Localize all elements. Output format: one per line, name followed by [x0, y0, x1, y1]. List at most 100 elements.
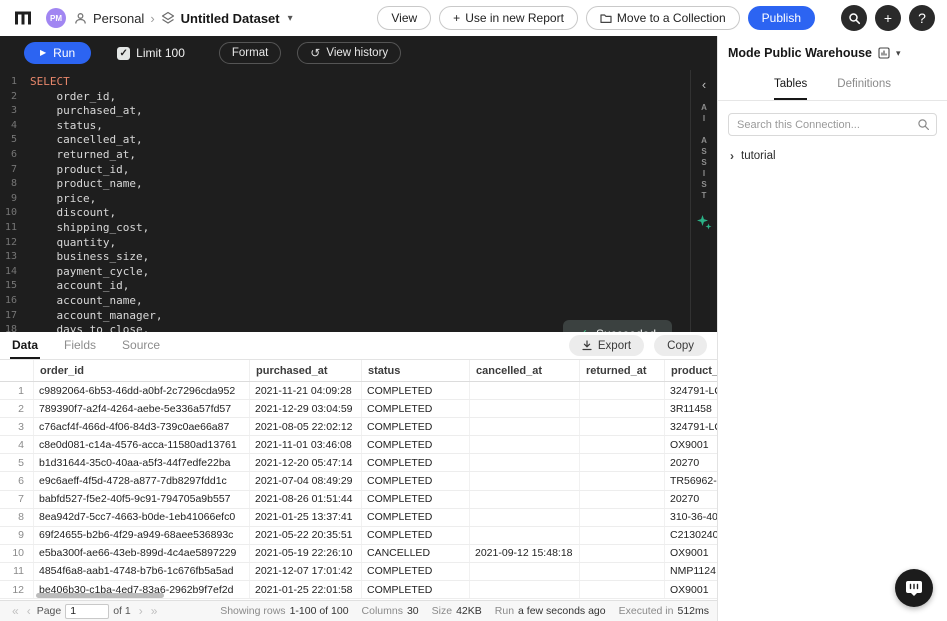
cell-order_id[interactable]: b1d31644-35c0-40aa-a5f3-44f7edfe22ba — [34, 454, 250, 472]
cell-product_id[interactable]: C2130240S — [665, 527, 717, 544]
publish-button[interactable]: Publish — [747, 6, 815, 30]
cell-cancelled_at[interactable] — [470, 418, 580, 436]
cell-status[interactable]: COMPLETED — [362, 562, 470, 581]
cell-cancelled_at[interactable] — [470, 526, 580, 544]
cell-product_id[interactable]: OX9001 — [665, 545, 717, 562]
last-page-button[interactable]: » — [147, 605, 162, 617]
cell-cancelled_at[interactable] — [470, 382, 580, 400]
cell-product_id[interactable]: 324791-LQC — [665, 418, 717, 435]
code-line[interactable]: 2 order_id, — [0, 90, 717, 105]
cell-returned_at[interactable] — [580, 508, 665, 526]
cell-cancelled_at[interactable] — [470, 400, 580, 418]
search-button[interactable] — [841, 5, 867, 31]
schema-item-tutorial[interactable]: › tutorial — [718, 136, 947, 162]
code-line[interactable]: 8 product_name, — [0, 177, 717, 192]
search-input[interactable] — [728, 113, 937, 136]
code-line[interactable]: 13 business_size, — [0, 250, 717, 265]
code-line[interactable]: 7 product_id, — [0, 163, 717, 178]
export-button[interactable]: Export — [568, 335, 645, 356]
table-row[interactable]: 5 b1d31644-35c0-40aa-a5f3-44f7edfe22ba 202… — [0, 454, 717, 473]
cell-product_id[interactable]: OX9001 — [665, 581, 717, 598]
cell-purchased_at[interactable]: 2021-08-05 22:02:12 — [250, 418, 362, 436]
run-button[interactable]: ▶ Run — [24, 42, 92, 64]
cell-purchased_at[interactable]: 2021-01-25 13:37:41 — [250, 508, 362, 526]
cell-status[interactable]: COMPLETED — [362, 581, 470, 599]
cell-cancelled_at[interactable] — [470, 562, 580, 581]
tab-tables[interactable]: Tables — [774, 70, 808, 100]
cell-order_id[interactable]: e9c6aeff-4f5d-4728-a877-7db8297fdd1c — [34, 472, 250, 490]
cell-product_id[interactable]: 324791-LQC — [665, 382, 717, 399]
cell-order_id[interactable]: 4854f6a8-aab1-4748-b7b6-1c676fb5a5ad — [34, 562, 250, 581]
cell-returned_at[interactable] — [580, 562, 665, 581]
mode-logo-icon[interactable] — [12, 7, 34, 29]
cell-product_id[interactable]: 3R11458 — [665, 400, 717, 417]
column-header-purchased_at[interactable]: purchased_at — [250, 360, 362, 381]
collapse-chevron-icon[interactable]: ‹ — [702, 78, 706, 91]
cell-product_id[interactable]: OX9001 — [665, 436, 717, 453]
use-in-new-report-button[interactable]: + Use in new Report — [439, 6, 578, 30]
code-line[interactable]: 9 price, — [0, 192, 717, 207]
cell-status[interactable]: COMPLETED — [362, 436, 470, 454]
column-header-order_id[interactable]: order_id — [34, 360, 250, 381]
cell-returned_at[interactable] — [580, 544, 665, 562]
format-button[interactable]: Format — [218, 42, 282, 64]
cell-returned_at[interactable] — [580, 526, 665, 544]
cell-returned_at[interactable] — [580, 418, 665, 436]
horizontal-scrollbar[interactable] — [36, 593, 164, 598]
cell-order_id[interactable]: 8ea942d7-5cc7-4663-b0de-1eb41066efc0 — [34, 508, 250, 526]
ai-sparkle-icon[interactable] — [696, 214, 712, 230]
page-input[interactable] — [65, 603, 110, 619]
column-header-cancelled_at[interactable]: cancelled_at — [470, 360, 580, 381]
cell-product_id[interactable]: 310-36-40 — [665, 509, 717, 526]
column-header-product_id[interactable]: product_id — [665, 360, 717, 381]
cell-order_id[interactable]: 69f24655-b2b6-4f29-a949-68aee536893c — [34, 526, 250, 544]
cell-cancelled_at[interactable] — [470, 436, 580, 454]
cell-order_id[interactable]: 789390f7-a2f4-4264-aebe-5e336a57fd57 — [34, 400, 250, 418]
cell-returned_at[interactable] — [580, 581, 665, 599]
cell-returned_at[interactable] — [580, 490, 665, 508]
cell-cancelled_at[interactable] — [470, 581, 580, 599]
view-button[interactable]: View — [377, 6, 432, 30]
title-caret-icon[interactable]: ▾ — [288, 13, 293, 24]
cell-purchased_at[interactable]: 2021-12-29 03:04:59 — [250, 400, 362, 418]
cell-status[interactable]: COMPLETED — [362, 418, 470, 436]
table-row[interactable]: 4 c8e0d081-c14a-4576-acca-11580ad13761 202… — [0, 436, 717, 455]
cell-returned_at[interactable] — [580, 472, 665, 490]
prev-page-button[interactable]: ‹ — [23, 605, 35, 617]
cell-cancelled_at[interactable] — [470, 472, 580, 490]
cell-status[interactable]: CANCELLED — [362, 544, 470, 562]
cell-order_id[interactable]: e5ba300f-ae66-43eb-899d-4c4ae5897229 — [34, 544, 250, 562]
code-line[interactable]: 4 status, — [0, 119, 717, 134]
cell-order_id[interactable]: babfd527-f5e2-40f5-9c91-794705a9b557 — [34, 490, 250, 508]
tab-source[interactable]: Source — [120, 332, 162, 359]
table-row[interactable]: 8 8ea942d7-5cc7-4663-b0de-1eb41066efc0 202… — [0, 508, 717, 527]
table-row[interactable]: 10 e5ba300f-ae66-43eb-899d-4c4ae5897229 20… — [0, 544, 717, 563]
copy-button[interactable]: Copy — [654, 335, 707, 356]
cell-returned_at[interactable] — [580, 382, 665, 400]
workspace-link[interactable]: Personal — [93, 11, 144, 26]
code-line[interactable]: 5 cancelled_at, — [0, 133, 717, 148]
cell-cancelled_at[interactable]: 2021-09-12 15:48:18 — [470, 544, 580, 562]
cell-purchased_at[interactable]: 2021-05-22 20:35:51 — [250, 526, 362, 544]
cell-product_id[interactable]: 20270 — [665, 491, 717, 508]
table-row[interactable]: 1 c9892064-6b53-46dd-a0bf-2c7296cda952 202… — [0, 382, 717, 401]
table-row[interactable]: 7 babfd527-f5e2-40f5-9c91-794705a9b557 202… — [0, 490, 717, 509]
code-line[interactable]: 6 returned_at, — [0, 148, 717, 163]
tab-data[interactable]: Data — [10, 332, 41, 359]
cell-purchased_at[interactable]: 2021-05-19 22:26:10 — [250, 544, 362, 562]
cell-product_id[interactable]: 20270 — [665, 454, 717, 471]
code-line[interactable]: 15 account_id, — [0, 279, 717, 294]
cell-returned_at[interactable] — [580, 454, 665, 472]
code-line[interactable]: 12 quantity, — [0, 236, 717, 251]
cell-order_id[interactable]: c76acf4f-466d-4f06-84d3-739c0ae66a87 — [34, 418, 250, 436]
column-header-returned_at[interactable]: returned_at — [580, 360, 665, 381]
cell-purchased_at[interactable]: 2021-11-01 03:46:08 — [250, 436, 362, 454]
table-row[interactable]: 6 e9c6aeff-4f5d-4728-a877-7db8297fdd1c 202… — [0, 472, 717, 491]
cell-cancelled_at[interactable] — [470, 508, 580, 526]
cell-cancelled_at[interactable] — [470, 490, 580, 508]
cell-returned_at[interactable] — [580, 400, 665, 418]
cell-status[interactable]: COMPLETED — [362, 508, 470, 526]
cell-purchased_at[interactable]: 2021-12-20 05:47:14 — [250, 454, 362, 472]
code-line[interactable]: 1 SELECT — [0, 75, 717, 90]
cell-product_id[interactable]: TR56962-LC — [665, 472, 717, 489]
